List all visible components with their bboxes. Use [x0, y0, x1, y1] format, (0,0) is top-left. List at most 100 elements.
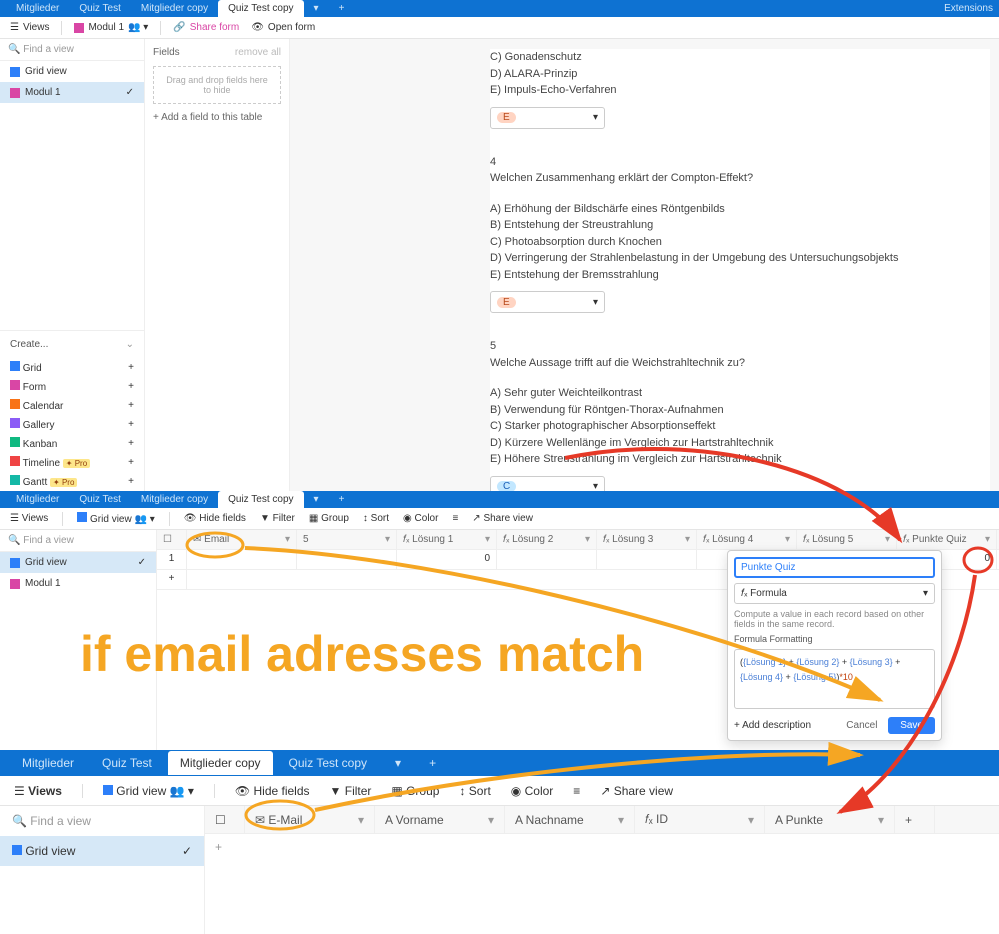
col2-0[interactable]: ☐ — [157, 530, 187, 549]
col2-3[interactable]: 𝑓ₓ Lösung 1 ▾ — [397, 530, 497, 549]
add-col-3[interactable]: + — [895, 806, 935, 833]
field-name-input[interactable] — [734, 557, 935, 578]
col3-1[interactable]: ✉ E-Mail ▾ — [245, 806, 375, 833]
find-view-input[interactable]: 🔍 Find a view — [0, 39, 144, 61]
create-kanban[interactable]: Kanban+ — [0, 434, 144, 453]
tab3-quiz-test-copy[interactable]: Quiz Test copy — [277, 751, 379, 775]
cell2-2[interactable] — [297, 550, 397, 569]
view2-grid[interactable]: Grid view✓ — [0, 552, 156, 573]
tab2-dropdown[interactable]: ▾ — [304, 491, 329, 508]
q5-number: 5 — [490, 338, 990, 355]
color-2[interactable]: ◉ Color — [403, 513, 438, 524]
col2-7[interactable]: 𝑓ₓ Lösung 5 ▾ — [797, 530, 897, 549]
col2-5[interactable]: 𝑓ₓ Lösung 3 ▾ — [597, 530, 697, 549]
filter-3[interactable]: ▼ Filter — [330, 784, 372, 798]
create-grid[interactable]: Grid+ — [0, 358, 144, 377]
sort-2[interactable]: ↕ Sort — [363, 513, 389, 524]
cell2-4[interactable] — [497, 550, 597, 569]
create-gallery[interactable]: Gallery+ — [0, 415, 144, 434]
views-menu[interactable]: ☰ Views — [10, 22, 49, 33]
tab2-mitglieder[interactable]: Mitglieder — [6, 491, 69, 508]
q5-select[interactable]: C▾ — [490, 476, 605, 492]
tab-quiz-test-copy[interactable]: Quiz Test copy — [218, 0, 303, 17]
group-3[interactable]: ▦ Group — [391, 784, 439, 798]
cell2-1[interactable] — [187, 550, 297, 569]
tab3-quiz-test[interactable]: Quiz Test — [90, 751, 164, 775]
tab3-dropdown[interactable]: ▾ — [383, 751, 413, 775]
hide-fields-3[interactable]: 👁 Hide fields — [235, 784, 310, 798]
field-type-select[interactable]: 𝑓ₓ Formula▾ — [734, 583, 935, 604]
color-3[interactable]: ◉ Color — [511, 784, 554, 798]
tab2-mitglieder-copy[interactable]: Mitglieder copy — [131, 491, 218, 508]
tab2-quiz-test[interactable]: Quiz Test — [69, 491, 131, 508]
tab-dropdown[interactable]: ▾ — [304, 0, 329, 17]
current-view[interactable]: Modul 1 👥 ▾ — [74, 22, 148, 33]
view-grid[interactable]: Grid view — [0, 61, 144, 82]
share-form-button[interactable]: 🔗 Share form — [173, 22, 239, 33]
tab3-mitglieder-copy[interactable]: Mitglieder copy — [168, 751, 273, 775]
tab3-add[interactable]: + — [417, 751, 448, 775]
views-menu-3[interactable]: ☰ Views — [14, 784, 62, 798]
open-form-button[interactable]: 👁 Open form — [251, 22, 315, 33]
form-preview: C) GonadenschutzD) ALARA-PrinzipE) Impul… — [290, 39, 999, 491]
create-header[interactable]: Create... ⌄ — [0, 331, 144, 358]
extensions-link[interactable]: Extensions — [944, 3, 993, 14]
q4-number: 4 — [490, 154, 990, 171]
group-2[interactable]: ▦ Group — [309, 513, 349, 524]
remove-all-link[interactable]: remove all — [235, 47, 281, 58]
col3-4[interactable]: 𝑓ₓ ID ▾ — [635, 806, 765, 833]
tab2-add[interactable]: + — [329, 491, 355, 508]
save-button[interactable]: Save — [888, 717, 935, 734]
view-modul1[interactable]: Modul 1✓ — [0, 82, 144, 103]
col2-8[interactable]: 𝑓ₓ Punkte Quiz ▾ — [897, 530, 997, 549]
formula-description: Compute a value in each record based on … — [734, 609, 935, 629]
sort-3[interactable]: ↕ Sort — [459, 784, 490, 798]
find-view-2[interactable]: 🔍 Find a view — [0, 530, 156, 552]
col3-0[interactable]: ☐ — [205, 806, 245, 833]
cell2-0[interactable]: 1 — [157, 550, 187, 569]
cell2-5[interactable] — [597, 550, 697, 569]
views-menu-2[interactable]: ☰ Views — [10, 513, 48, 524]
gridview-2[interactable]: Grid view 👥 ▾ — [77, 512, 155, 525]
formula-editor[interactable]: ({Lösung 1} + {Lösung 2} + {Lösung 3} + … — [734, 649, 935, 709]
col2-4[interactable]: 𝑓ₓ Lösung 2 ▾ — [497, 530, 597, 549]
tab-mitglieder[interactable]: Mitglieder — [6, 0, 69, 17]
share-3[interactable]: ↗ Share view — [600, 784, 673, 798]
col3-3[interactable]: A Nachname ▾ — [505, 806, 635, 833]
col2-1[interactable]: ✉ Email ▾ — [187, 530, 297, 549]
q3-select[interactable]: E▾ — [490, 107, 605, 129]
view3-grid[interactable]: Grid view✓ — [0, 836, 204, 866]
gridview-3[interactable]: Grid view 👥 ▾ — [103, 784, 194, 798]
col2-2[interactable]: 5 ▾ — [297, 530, 397, 549]
hide-fields-2[interactable]: 👁 Hide fields — [184, 513, 246, 524]
tab3-mitglieder[interactable]: Mitglieder — [10, 751, 86, 775]
tab-mitglieder-copy[interactable]: Mitglieder copy — [131, 0, 218, 17]
add-description-link[interactable]: + Add description — [734, 720, 811, 731]
create-gantt[interactable]: Gantt ✦ Pro+ — [0, 472, 144, 491]
formula-tabs[interactable]: Formula Formatting — [734, 634, 935, 644]
share-2[interactable]: ↗ Share view — [472, 513, 533, 524]
filter-2[interactable]: ▼ Filter — [260, 513, 295, 524]
add-field-button[interactable]: + Add a field to this table — [153, 112, 281, 123]
col2-6[interactable]: 𝑓ₓ Lösung 4 ▾ — [697, 530, 797, 549]
drag-drop-zone[interactable]: Drag and drop fields here to hide — [153, 66, 281, 104]
tab-quiz-test[interactable]: Quiz Test — [69, 0, 131, 17]
view2-modul1[interactable]: Modul 1 — [0, 573, 156, 594]
q4-select[interactable]: E▾ — [490, 291, 605, 313]
create-calendar[interactable]: Calendar+ — [0, 396, 144, 415]
rowheight-2[interactable]: ≡ — [452, 513, 458, 524]
tab2-quiz-test-copy[interactable]: Quiz Test copy — [218, 491, 303, 508]
rowheight-3[interactable]: ≡ — [573, 784, 580, 798]
create-timeline[interactable]: Timeline ✦ Pro+ — [0, 453, 144, 472]
fields-panel: Fieldsremove all Drag and drop fields he… — [145, 39, 290, 491]
tab-add[interactable]: + — [329, 0, 355, 17]
add-row-2[interactable]: + — [157, 570, 187, 589]
add-row-3[interactable]: + — [205, 834, 999, 860]
col3-2[interactable]: A Vorname ▾ — [375, 806, 505, 833]
find-view-3[interactable]: 🔍 Find a view — [0, 806, 204, 836]
view-sidebar-3: 🔍 Find a view Grid view✓ — [0, 806, 205, 934]
col3-5[interactable]: A Punkte ▾ — [765, 806, 895, 833]
cell2-3[interactable]: 0 — [397, 550, 497, 569]
create-form[interactable]: Form+ — [0, 377, 144, 396]
cancel-button[interactable]: Cancel — [846, 720, 877, 731]
